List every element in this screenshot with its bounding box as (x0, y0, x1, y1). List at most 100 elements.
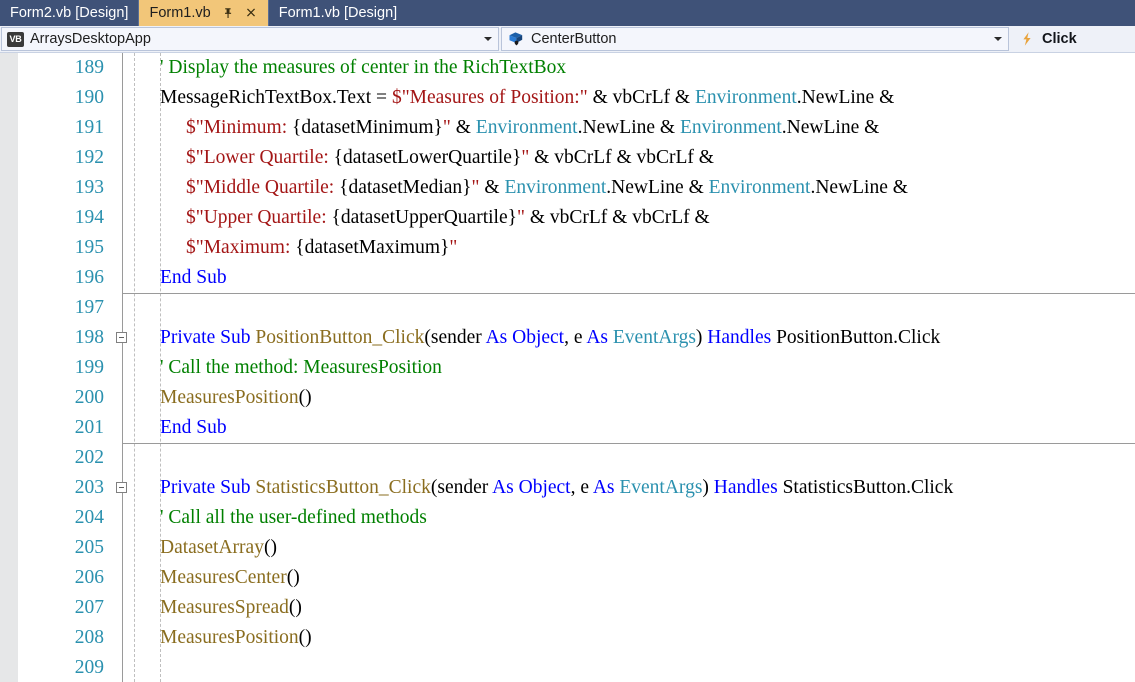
close-icon[interactable] (244, 6, 258, 20)
code-line[interactable]: 209 (0, 653, 1135, 682)
code-token-cmt: ' Call all the user-defined methods (160, 507, 427, 528)
line-number: 195 (74, 237, 104, 258)
code-line[interactable]: 196 End Sub (0, 263, 1135, 293)
code-line[interactable]: 206 MeasuresCenter() (0, 563, 1135, 593)
code-token-str: " (449, 237, 458, 258)
chevron-down-icon[interactable] (991, 28, 1004, 50)
code-token-cls: Environment (694, 87, 797, 108)
code-token-str: $"Upper Quartile: (186, 207, 332, 228)
code-line[interactable]: 207 MeasuresSpread() (0, 593, 1135, 623)
code-token-cls: Environment (708, 177, 811, 198)
outlining-collapse-box[interactable] (116, 482, 127, 493)
line-number: 208 (74, 627, 104, 648)
code-token-str: " (471, 177, 480, 198)
pin-icon[interactable] (221, 6, 235, 20)
code-line-text: $"Minimum: {datasetMinimum}" & Environme… (186, 113, 879, 143)
code-token-kw: Private Sub (160, 327, 256, 348)
block-separator (122, 443, 1135, 444)
code-line-text: MeasuresSpread() (160, 593, 302, 623)
code-token-kw: As (592, 477, 620, 498)
code-line-text: ' Call the method: MeasuresPosition (160, 353, 442, 383)
line-number: 205 (74, 537, 104, 558)
editor-navigation-bar: VB ArraysDesktopApp CenterButton Click (0, 26, 1135, 53)
line-number: 202 (74, 447, 104, 468)
code-token-pun: ) (695, 327, 708, 348)
code-token-pun: & vbCrLf & (587, 87, 695, 108)
code-line[interactable]: 191 $"Minimum: {datasetMinimum}" & Enviro… (0, 113, 1135, 143)
line-number: 199 (74, 357, 104, 378)
line-number: 201 (74, 417, 104, 438)
code-line[interactable]: 190 MessageRichTextBox.Text = $"Measures … (0, 83, 1135, 113)
code-token-pun: () (263, 537, 277, 558)
event-indicator[interactable]: Click (1011, 26, 1135, 52)
code-token-pun: ) (702, 477, 714, 498)
code-token-mth: DatasetArray (160, 537, 264, 558)
code-editor-surface[interactable]: 189 ' Display the measures of center in t… (0, 53, 1135, 682)
block-separator (122, 293, 1135, 294)
code-token-cls: EventArgs (619, 477, 703, 498)
code-token-str: $"Minimum: (186, 117, 293, 138)
code-token-cmt: ' Display the measures of center in the … (160, 57, 567, 78)
code-line-text: MeasuresPosition() (160, 623, 312, 653)
editor-tab-label: Form2.vb [Design] (10, 5, 129, 21)
code-line[interactable]: 192 $"Lower Quartile: {datasetLowerQuarti… (0, 143, 1135, 173)
code-line[interactable]: 189 ' Display the measures of center in t… (0, 53, 1135, 83)
code-line[interactable]: 194 $"Upper Quartile: {datasetUpperQuarti… (0, 203, 1135, 233)
project-dropdown-label: ArraysDesktopApp (30, 31, 151, 47)
code-token-str: $"Lower Quartile: (186, 147, 334, 168)
code-token-cmt: ' Call the method: MeasuresPosition (160, 357, 442, 378)
code-line-text: MeasuresPosition() (160, 383, 312, 413)
code-line[interactable]: 193 $"Middle Quartile: {datasetMedian}" &… (0, 173, 1135, 203)
code-line-text: DatasetArray() (160, 533, 277, 563)
member-dropdown[interactable]: CenterButton (501, 27, 1009, 51)
code-line[interactable]: 199 ' Call the method: MeasuresPosition (0, 353, 1135, 383)
code-token-cls: Environment (504, 177, 607, 198)
code-token-kw: Handles (713, 477, 783, 498)
code-line-text: ' Display the measures of center in the … (160, 53, 566, 83)
line-number: 206 (74, 567, 104, 588)
code-token-pun: , e (564, 327, 587, 348)
code-line[interactable]: 202 (0, 443, 1135, 473)
code-token-pun: StatisticsButton.Click (782, 477, 954, 498)
code-line-text: $"Maximum: {datasetMaximum}" (186, 233, 457, 263)
chevron-down-icon[interactable] (481, 28, 494, 50)
code-token-pun: {datasetLowerQuartile} (333, 147, 522, 168)
code-line[interactable]: 201 End Sub (0, 413, 1135, 443)
editor-tab-label: Form1.vb (149, 5, 211, 21)
editor-tab-1[interactable]: Form2.vb [Design] (0, 0, 139, 26)
code-line[interactable]: 205 DatasetArray() (0, 533, 1135, 563)
line-number: 207 (74, 597, 104, 618)
code-token-pun: , e (570, 477, 593, 498)
code-token-pun: .NewLine & (796, 87, 895, 108)
code-lines-container[interactable]: 189 ' Display the measures of center in t… (0, 53, 1135, 682)
line-number: 193 (74, 177, 104, 198)
member-dropdown-label: CenterButton (531, 31, 617, 47)
code-token-mth: MeasuresPosition (160, 387, 299, 408)
code-line[interactable]: 208 MeasuresPosition() (0, 623, 1135, 653)
code-token-str: $"Measures of Position:" (391, 87, 588, 108)
code-token-cls: EventArgs (612, 327, 696, 348)
object-member-icon (509, 32, 523, 46)
editor-tab-2[interactable]: Form1.vb (139, 0, 268, 26)
code-line[interactable]: 204 ' Call all the user-defined methods (0, 503, 1135, 533)
editor-tab-3[interactable]: Form1.vb [Design] (268, 0, 408, 26)
code-token-mth: PositionButton_Click (255, 327, 425, 348)
code-line[interactable]: 200 MeasuresPosition() (0, 383, 1135, 413)
line-number: 194 (74, 207, 104, 228)
code-line[interactable]: 198 Private Sub PositionButton_Click(send… (0, 323, 1135, 353)
code-token-kw: As (586, 327, 613, 348)
outlining-collapse-box[interactable] (116, 332, 127, 343)
code-line[interactable]: 203 Private Sub StatisticsButton_Click(se… (0, 473, 1135, 503)
editor-tab-label: Form1.vb [Design] (278, 5, 398, 21)
code-token-pun: () (286, 567, 300, 588)
code-line[interactable]: 195 $"Maximum: {datasetMaximum}" (0, 233, 1135, 263)
code-token-kw: End Sub (160, 267, 227, 288)
code-token-mth: StatisticsButton_Click (255, 477, 431, 498)
project-dropdown[interactable]: VB ArraysDesktopApp (1, 27, 499, 51)
code-token-pun: {datasetMaximum} (295, 237, 450, 258)
code-token-cls: Environment (475, 117, 578, 138)
code-token-kw: Private Sub (160, 477, 256, 498)
code-line[interactable]: 197 (0, 293, 1135, 323)
line-number: 192 (74, 147, 104, 168)
code-line-text: MessageRichTextBox.Text = $"Measures of … (160, 83, 894, 113)
